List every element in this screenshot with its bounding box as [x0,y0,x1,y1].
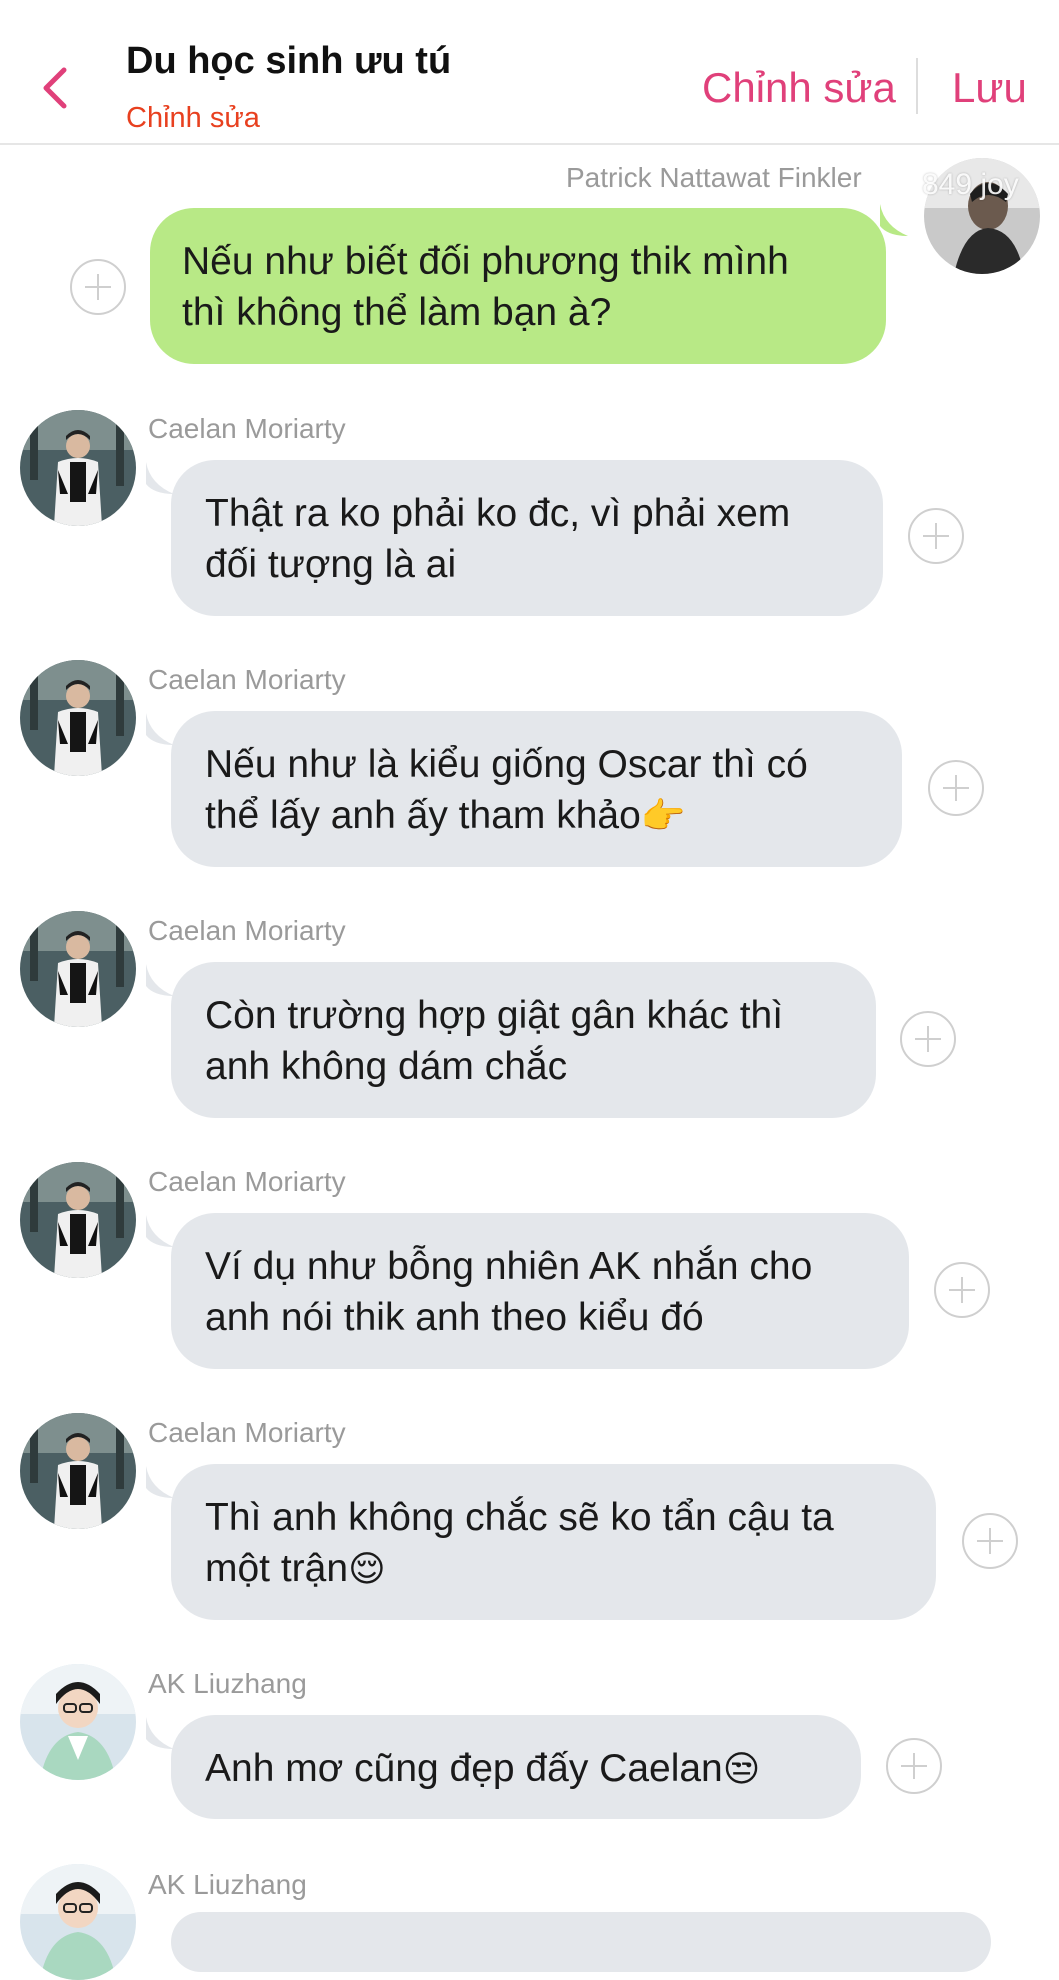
save-button[interactable]: Lưu [952,64,1027,112]
bubble-tail [880,204,908,236]
add-reaction-button[interactable] [928,760,984,816]
message-bubble[interactable]: Nếu như biết đối phương thik mình thì kh… [150,208,886,364]
sender-name: AK Liuzhang [148,1869,307,1900]
chat-subtitle[interactable]: Chỉnh sửa [126,102,260,135]
message-line: anh không dám chắc [205,1045,568,1088]
message-line: Anh mơ cũng đẹp đấy Caelan [205,1747,723,1790]
message-line: Thật ra ko phải ko đc, vì phải xem [205,492,791,535]
message-bubble[interactable]: Nếu như là kiểu giống Oscar thì có thể l… [171,711,902,867]
message-line: Nếu như biết đối phương thik mình [182,240,789,283]
chat-header: Du học sinh ưu tú Chỉnh sửa Chỉnh sửa Lư… [0,0,1059,145]
message-bubble[interactable]: Thì anh không chắc sẽ ko tẩn cậu ta một … [171,1464,936,1620]
add-reaction-button[interactable] [900,1011,956,1067]
add-reaction-button[interactable] [70,259,126,315]
message-line: Nếu như là kiểu giống Oscar thì có [205,743,808,786]
watermark-text: 849 joy [922,168,1019,201]
avatar[interactable] [20,911,136,1027]
message-line: Thì anh không chắc sẽ ko tẩn cậu ta [205,1496,834,1539]
sender-name: Caelan Moriarty [148,664,346,695]
edit-button[interactable]: Chỉnh sửa [702,64,896,112]
avatar[interactable] [20,410,136,526]
back-chevron-icon[interactable] [38,60,72,116]
add-reaction-button[interactable] [934,1262,990,1318]
message-line: Ví dụ như bỗng nhiên AK nhắn cho [205,1245,813,1288]
avatar[interactable] [20,1162,136,1278]
sender-name: Caelan Moriarty [148,1417,346,1448]
add-reaction-button[interactable] [908,508,964,564]
message-bubble[interactable] [171,1912,991,1972]
sender-name: AK Liuzhang [148,1668,307,1699]
relieved-face-emoji: 😌 [348,1549,386,1590]
avatar[interactable] [20,1664,136,1780]
message-line: thì không thể làm bạn à? [182,291,612,334]
message-bubble[interactable]: Còn trường hợp giật gân khác thì anh khô… [171,962,876,1118]
sender-name: Caelan Moriarty [148,1166,346,1197]
message-bubble[interactable]: Ví dụ như bỗng nhiên AK nhắn cho anh nói… [171,1213,909,1369]
sender-name: Caelan Moriarty [148,413,346,444]
chat-title: Du học sinh ưu tú [126,40,452,82]
header-divider [916,58,918,114]
pointing-hand-emoji: 👉 [640,796,686,837]
avatar[interactable] [20,1864,136,1980]
message-bubble[interactable]: Anh mơ cũng đẹp đấy Caelan😒 [171,1715,861,1819]
message-line: thể lấy anh ấy tham khảo [205,794,641,837]
sender-name: Caelan Moriarty [148,915,346,946]
message-bubble[interactable]: Thật ra ko phải ko đc, vì phải xem đối t… [171,460,883,616]
sender-name: Patrick Nattawat Finkler [566,162,862,193]
message-line: đối tượng là ai [205,543,457,586]
unamused-face-emoji: 😒 [722,1749,761,1790]
add-reaction-button[interactable] [962,1513,1018,1569]
avatar[interactable] [20,1413,136,1529]
message-line: anh nói thik anh theo kiểu đó [205,1296,704,1339]
message-line: Còn trường hợp giật gân khác thì [205,994,784,1037]
add-reaction-button[interactable] [886,1738,942,1794]
message-line: một trận [205,1547,349,1590]
avatar[interactable] [20,660,136,776]
